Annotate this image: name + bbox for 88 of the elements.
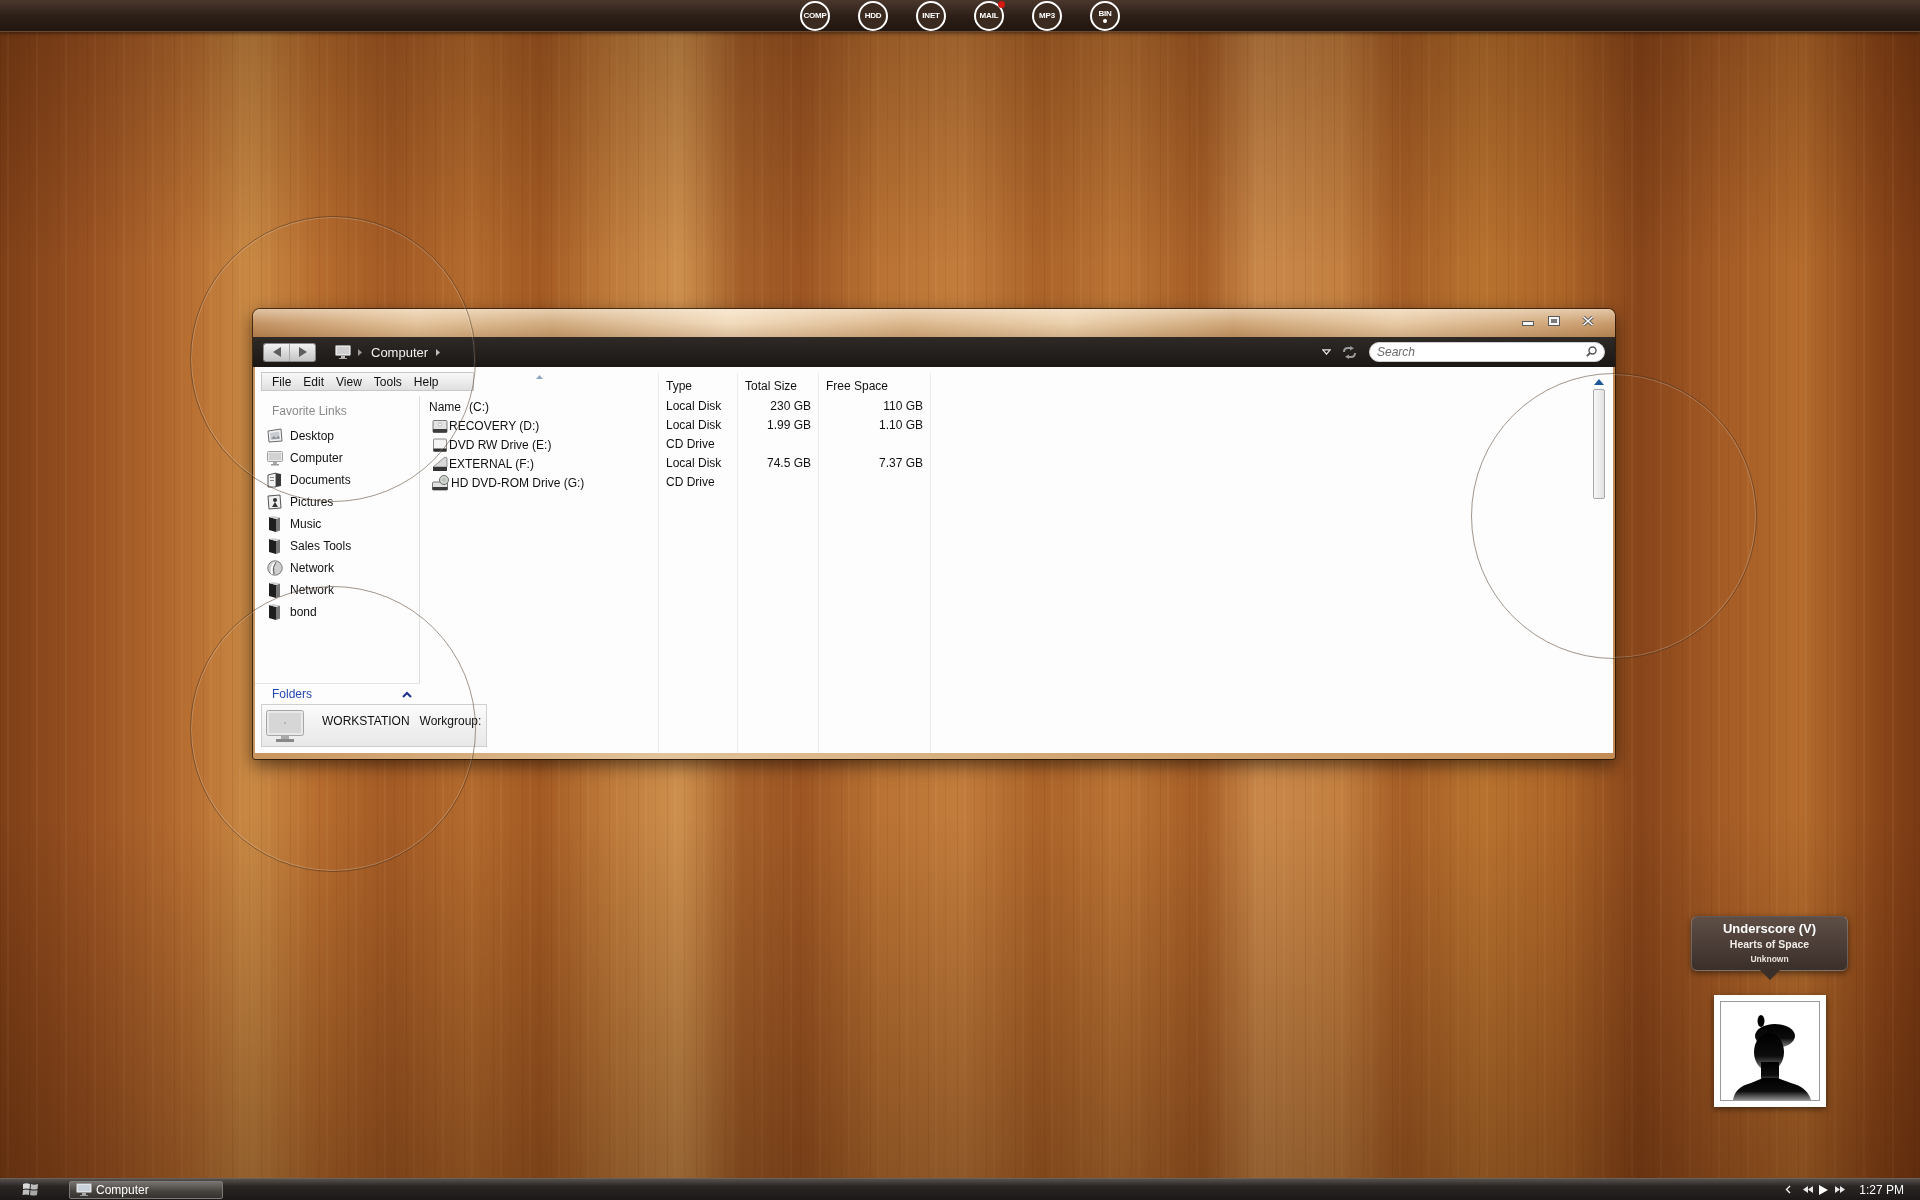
folder-icon [267,604,283,620]
dropdown-triangle-icon[interactable] [1322,349,1331,355]
column-header[interactable]: Type [659,379,699,393]
dock-shortcut[interactable]: HDD [858,0,888,31]
favorite-link[interactable]: Documents [255,469,419,491]
favorite-link[interactable]: Music [255,513,419,535]
favorite-link[interactable]: Desktop [255,425,419,447]
drive-item[interactable]: EXTERNAL (F:) [432,455,534,472]
drive-item[interactable]: RECOVERY (D:) [432,417,540,434]
maximize-icon[interactable] [1548,316,1560,326]
drive-item[interactable]: DVD RW Drive (E:) [432,436,552,453]
chevron-left-icon[interactable] [1785,1185,1792,1194]
workgroup-label: Workgroup: [419,714,482,728]
dock-shortcut[interactable]: BIN [1090,0,1120,31]
section-heading: Favorite Links [271,403,348,420]
table-cell-text: 7.37 GB [877,455,924,472]
previous-track-icon[interactable] [1803,1186,1814,1193]
column-header[interactable]: Name [429,399,461,414]
search-field[interactable]: Search [1369,342,1605,362]
chevron-right-icon[interactable] [436,348,441,356]
artist-name: Unknown [1750,953,1789,966]
minimize-icon[interactable] [1522,318,1534,326]
desktop-icon [267,428,283,444]
dock-shortcut[interactable]: MP3 [1032,0,1062,31]
favorite-link[interactable]: Computer [255,447,419,469]
play-icon[interactable] [1819,1184,1829,1195]
status-dot-icon [1103,18,1107,23]
globe-icon [267,560,283,576]
forward-button[interactable] [290,342,316,362]
breadcrumb-item[interactable]: Computer [371,344,429,360]
menu-item[interactable]: Help [407,374,445,389]
left-triangle-icon [272,347,281,357]
table-cell-text: Local Disk [665,455,723,472]
monitor-icon[interactable] [335,345,351,359]
table-cell-text: 1.99 GB [765,417,812,434]
alert-dot-icon [998,0,1005,8]
menu-item[interactable]: File [266,374,298,389]
documents-icon [267,472,283,488]
column-header[interactable]: Total Size [738,379,805,393]
drive-item[interactable]: HD DVD-ROM Drive (G:) [432,474,585,491]
back-button[interactable] [263,342,290,362]
start-icon[interactable] [22,1182,39,1197]
column-header[interactable]: Free Space [819,379,896,393]
menu-item[interactable]: View [330,374,368,389]
folder-icon [267,516,283,532]
chevron-right-icon[interactable] [358,348,362,356]
table-cell-text: CD Drive [665,436,716,453]
table-cell-text: 230 GB [769,398,812,415]
album-name: Hearts of Space [1729,937,1810,952]
right-triangle-icon [298,347,307,357]
scrollbar-thumb[interactable] [1593,389,1605,499]
menu-item[interactable]: Tools [367,374,408,389]
taskbar-button[interactable]: Computer [69,1180,223,1199]
tooltip-pointer [1759,970,1780,980]
hard-drive-icon [432,417,448,434]
next-track-icon[interactable] [1835,1186,1846,1193]
optical-drive-icon [432,436,448,453]
monitor-icon [266,710,304,742]
table-cell-text: 74.5 GB [765,455,812,472]
monitor-icon [267,450,283,466]
refresh-icon[interactable] [1342,345,1357,359]
drive-item[interactable]: (C:) [469,399,489,414]
dock-shortcut[interactable]: INET [916,0,946,31]
table-cell-text: 110 GB [882,398,924,415]
favorite-link[interactable]: Sales Tools [255,535,419,557]
external-drive-icon [432,455,448,472]
favorite-link[interactable]: Network [255,557,419,579]
table-cell-text: Local Disk [665,398,723,415]
table-cell-text: Local Disk [665,417,723,434]
close-icon[interactable] [1582,316,1594,326]
disc-drive-icon [432,474,450,491]
favorite-link[interactable]: Network [255,579,419,601]
table-cell-text: CD Drive [665,474,716,491]
clock: 1:27 PM [1859,1182,1904,1197]
menu-item[interactable]: Edit [297,374,331,389]
search-icon[interactable] [1586,346,1597,357]
folder-icon [267,582,283,598]
favorite-link[interactable]: Pictures [255,491,419,513]
track-title: Underscore (V) [1722,921,1817,937]
dock-shortcut[interactable]: MAIL [974,0,1004,31]
favorite-link[interactable]: bond [255,601,419,623]
pictures-icon [267,494,283,510]
folder-icon [267,538,283,554]
scroll-up-icon[interactable] [1594,379,1604,385]
dock-shortcut[interactable]: COMP [800,0,830,31]
computer-name: WORKSTATION [322,714,410,728]
table-cell-text: 1.10 GB [877,417,924,434]
monitor-icon [76,1183,92,1196]
